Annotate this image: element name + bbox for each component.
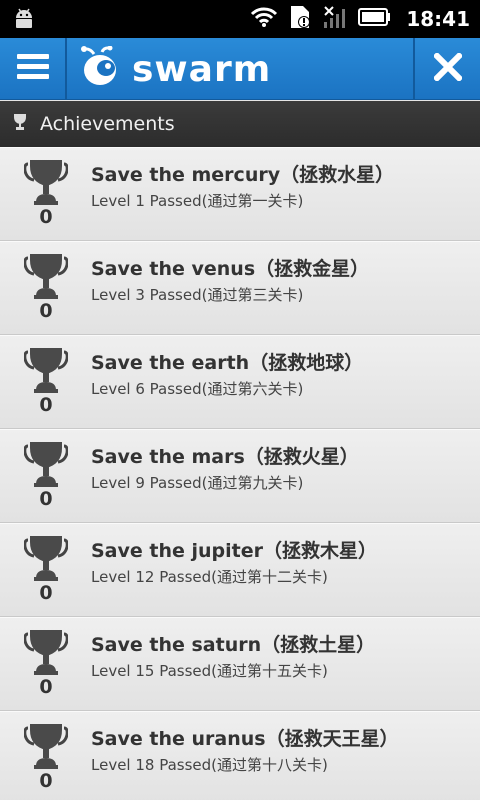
trophy-cup-icon [23,722,69,770]
achievements-list: 0 Save the mercury（拯救水星） Level 1 Passed(… [0,147,480,800]
no-signal-icon [322,4,348,34]
status-bar: 18:41 [0,0,480,38]
achievement-description: Level 12 Passed(通过第十二关卡) [91,568,328,586]
logo-text: swarm [132,48,272,90]
achievement-title: Save the mercury（拯救水星） [91,164,395,186]
trophy-cup-icon [23,628,69,676]
achievement-description: Level 3 Passed(通过第三关卡) [91,286,304,304]
trophy-cup-icon [23,534,69,582]
trophy-cup-icon [23,440,69,488]
ant-logo-icon [80,45,126,92]
achievement-title: Save the mars（拯救火星） [91,446,359,468]
achievement-description: Level 1 Passed(通过第一关卡) [91,192,304,210]
status-time: 18:41 [406,7,470,31]
sd-card-alert-icon [288,4,312,34]
achievement-title: Save the saturn（拯救土星） [91,634,376,656]
achievement-row[interactable]: 0 Save the jupiter（拯救木星） Level 12 Passed… [0,523,480,617]
achievement-title: Save the venus（拯救金星） [91,258,370,280]
close-button[interactable] [413,38,480,100]
section-title: Achievements [40,113,175,135]
achievement-count: 0 [39,394,53,416]
achievement-row[interactable]: 0 Save the mars（拯救火星） Level 9 Passed(通过第… [0,429,480,523]
app-header: swarm [0,38,480,100]
android-debug-icon [12,7,36,35]
trophy-cup-icon [23,158,69,206]
app-logo: swarm [80,45,272,92]
achievement-count: 0 [39,488,53,510]
achievement-description: Level 15 Passed(通过第十五关卡) [91,662,328,680]
achievement-title: Save the earth（拯救地球） [91,352,364,374]
achievement-count: 0 [39,770,53,792]
achievement-row[interactable]: 0 Save the venus（拯救金星） Level 3 Passed(通过… [0,241,480,335]
battery-icon [358,8,392,30]
achievement-row[interactable]: 0 Save the earth（拯救地球） Level 6 Passed(通过… [0,335,480,429]
trophy-cup-icon [23,252,69,300]
trophy-icon [12,113,28,135]
achievement-count: 0 [39,676,53,698]
achievement-count: 0 [39,300,53,322]
achievement-description: Level 9 Passed(通过第九关卡) [91,474,304,492]
achievement-description: Level 18 Passed(通过第十八关卡) [91,756,328,774]
achievement-description: Level 6 Passed(通过第六关卡) [91,380,304,398]
menu-button[interactable] [0,38,67,100]
achievement-title: Save the jupiter（拯救木星） [91,540,377,562]
achievement-count: 0 [39,582,53,604]
achievement-count: 0 [39,206,53,228]
hamburger-menu-icon [16,53,49,85]
achievement-row[interactable]: 0 Save the mercury（拯救水星） Level 1 Passed(… [0,147,480,241]
achievement-row[interactable]: 0 Save the uranus（拯救天王星） Level 18 Passed… [0,711,480,800]
close-icon [432,51,463,85]
trophy-cup-icon [23,346,69,394]
achievement-row[interactable]: 0 Save the saturn（拯救土星） Level 15 Passed(… [0,617,480,711]
wifi-icon [250,6,278,32]
achievement-title: Save the uranus（拯救天王星） [91,728,399,750]
section-header: Achievements [0,101,480,147]
